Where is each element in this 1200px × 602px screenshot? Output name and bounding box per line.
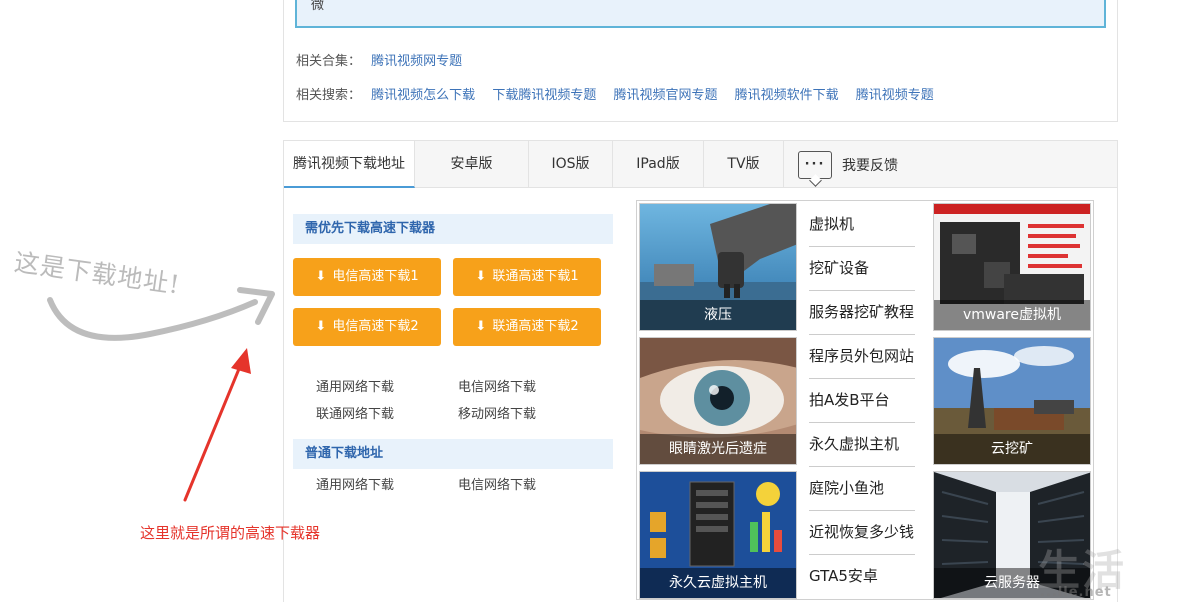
ad-tile-caption: vmware虚拟机 — [934, 300, 1090, 330]
telecom-network-download-link[interactable]: 电信网络下载 — [458, 376, 536, 395]
red-arrow-icon — [183, 348, 251, 502]
red-annotation-note: 这里就是所谓的高速下载器 — [140, 524, 321, 542]
download-icon: ⬇ — [315, 269, 327, 284]
general-network-download-link[interactable]: 通用网络下载 — [316, 376, 394, 395]
normal-download-header: 普通下载地址 — [293, 439, 613, 469]
telecom-fast-download-1-button[interactable]: ⬇ 电信高速下载1 — [293, 258, 441, 296]
description-box: 微 — [295, 0, 1106, 28]
ad-grid: 液压 眼睛激光后遗症 永久云虚拟主机 vmware虚拟机 云挖矿 云服务器 虚拟… — [636, 200, 1094, 600]
unicom-network-download-link[interactable]: 联通网络下载 — [316, 403, 394, 422]
ad-tile-vmware[interactable]: vmware虚拟机 — [933, 203, 1091, 331]
related-collection-link[interactable]: 腾讯视频网专题 — [371, 54, 462, 69]
feedback-button[interactable]: ··· 我要反馈 — [784, 141, 898, 188]
ad-tile-hydraulic[interactable]: 液压 — [639, 203, 797, 331]
ad-link-mining-equipment[interactable]: 挖矿设备 — [809, 247, 917, 290]
related-collections-row: 相关合集： 腾讯视频网专题 — [296, 50, 475, 69]
tab-download-address[interactable]: 腾讯视频下载地址 — [284, 141, 415, 188]
ad-link-virtual-machine[interactable]: 虚拟机 — [809, 203, 917, 246]
mobile-network-download-link[interactable]: 移动网络下载 — [458, 403, 536, 422]
ad-link-myopia-cost[interactable]: 近视恢复多少钱 — [809, 511, 917, 554]
ad-tile-cloud-mining[interactable]: 云挖矿 — [933, 337, 1091, 465]
button-label: 电信高速下载2 — [332, 319, 419, 334]
normal-general-download-link[interactable]: 通用网络下载 — [316, 474, 394, 493]
ad-link-outsourcing-site[interactable]: 程序员外包网站 — [809, 335, 917, 378]
ad-link-server-mining-tutorial[interactable]: 服务器挖矿教程 — [809, 291, 917, 334]
chat-bubble-icon: ··· — [798, 150, 832, 179]
ad-link-permanent-host[interactable]: 永久虚拟主机 — [809, 423, 917, 466]
tab-tv[interactable]: TV版 — [704, 141, 784, 188]
related-search-link-5[interactable]: 腾讯视频专题 — [856, 88, 934, 103]
unicom-fast-download-1-button[interactable]: ⬇ 联通高速下载1 — [453, 258, 601, 296]
description-text: 微 — [311, 0, 325, 13]
fast-download-header: 需优先下载高速下载器 — [293, 214, 613, 244]
download-icon: ⬇ — [315, 319, 327, 334]
ad-tile-caption: 眼睛激光后遗症 — [640, 434, 796, 464]
ad-tile-eye[interactable]: 眼睛激光后遗症 — [639, 337, 797, 465]
related-searches-label: 相关搜索： — [296, 88, 362, 103]
tab-ipad[interactable]: IPad版 — [613, 141, 704, 188]
ad-tile-caption: 永久云虚拟主机 — [640, 568, 796, 598]
tab-ios[interactable]: IOS版 — [529, 141, 613, 188]
normal-telecom-download-link[interactable]: 电信网络下载 — [458, 474, 536, 493]
ad-link-platform[interactable]: 拍A发B平台 — [809, 379, 917, 422]
watermark-url: ...lle.net — [1040, 585, 1112, 600]
telecom-fast-download-2-button[interactable]: ⬇ 电信高速下载2 — [293, 308, 441, 346]
ad-link-garden-pond[interactable]: 庭院小鱼池 — [809, 467, 917, 510]
button-label: 联通高速下载1 — [492, 269, 579, 284]
tab-android[interactable]: 安卓版 — [415, 141, 529, 188]
download-icon: ⬇ — [475, 319, 487, 334]
download-icon: ⬇ — [475, 269, 487, 284]
related-searches-row: 相关搜索： 腾讯视频怎么下载 下载腾讯视频专题 腾讯视频官网专题 腾讯视频软件下… — [296, 84, 947, 103]
ad-tile-cloud-host[interactable]: 永久云虚拟主机 — [639, 471, 797, 599]
ad-link-gta5[interactable]: GTA5安卓 — [809, 555, 917, 598]
button-label: 电信高速下载1 — [332, 269, 419, 284]
feedback-label: 我要反馈 — [842, 157, 898, 174]
related-search-link-1[interactable]: 腾讯视频怎么下载 — [371, 88, 475, 103]
related-panel: 微 相关合集： 腾讯视频网专题 相关搜索： 腾讯视频怎么下载 下载腾讯视频专题 … — [283, 0, 1118, 122]
unicom-fast-download-2-button[interactable]: ⬇ 联通高速下载2 — [453, 308, 601, 346]
related-search-link-2[interactable]: 下载腾讯视频专题 — [492, 88, 596, 103]
related-search-link-3[interactable]: 腾讯视频官网专题 — [613, 88, 717, 103]
ad-tile-caption: 液压 — [640, 300, 796, 330]
tab-bar: 腾讯视频下载地址 安卓版 IOS版 IPad版 TV版 ··· 我要反馈 — [284, 141, 1117, 188]
button-label: 联通高速下载2 — [492, 319, 579, 334]
ad-tile-caption: 云挖矿 — [934, 434, 1090, 464]
related-search-link-4[interactable]: 腾讯视频软件下载 — [735, 88, 839, 103]
related-collections-label: 相关合集： — [296, 54, 362, 69]
